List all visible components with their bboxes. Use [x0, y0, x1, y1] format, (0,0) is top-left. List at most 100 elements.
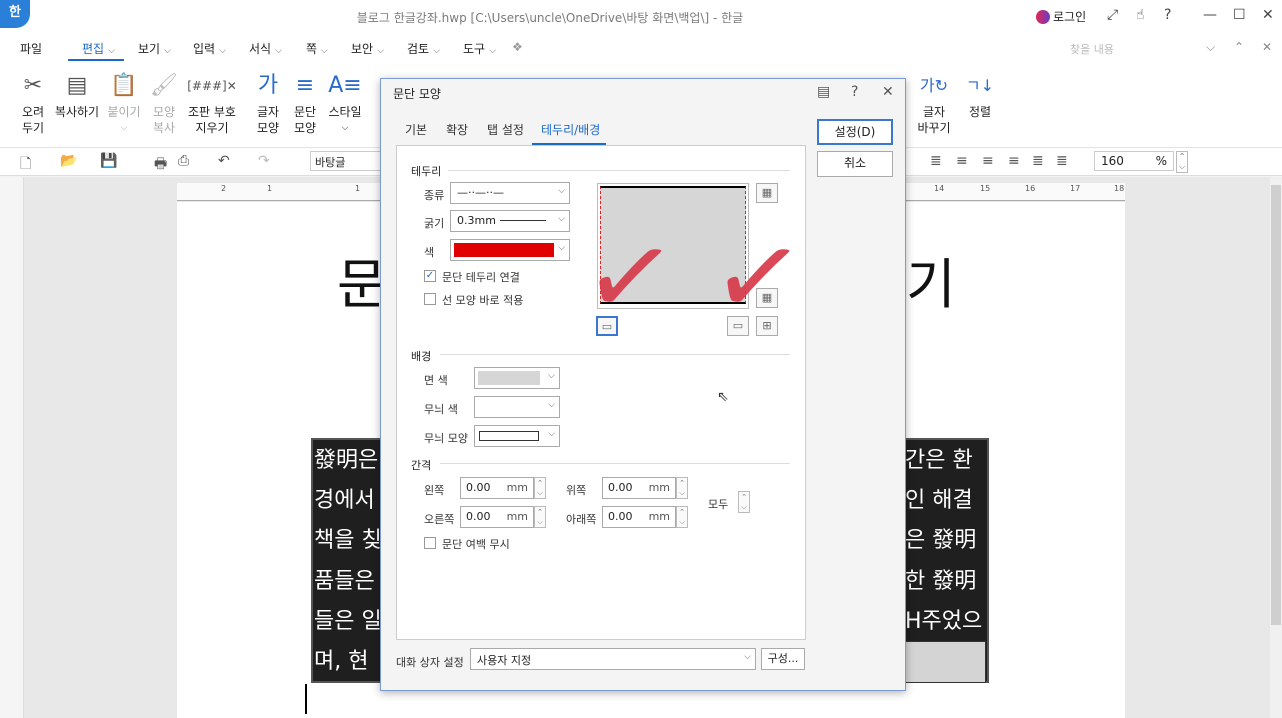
chevron-down-icon: ⌵ [489, 46, 496, 56]
ok-button[interactable]: 설정(D) [817, 119, 893, 145]
border-top-button[interactable]: ▦ [756, 183, 778, 203]
clear-codes-button[interactable]: [###]✕ 조판 부호 지우기 [186, 66, 238, 136]
format-painter-button[interactable]: 🖌 모양 복사 [146, 66, 182, 136]
pattern-shape-select[interactable]: ⌵ [474, 425, 560, 447]
section-divider [440, 463, 790, 464]
menu-view-label: 보기 [138, 42, 161, 56]
dialog-info-icon[interactable]: ▤ [817, 84, 830, 100]
zoom-select[interactable]: 160% [1094, 151, 1174, 171]
undo-icon[interactable]: ↶ [218, 153, 230, 169]
border-color-select[interactable]: ⌵ [450, 239, 570, 261]
right-spacing-input[interactable]: 0.00 mm [460, 506, 534, 528]
minimize-icon[interactable]: — [1203, 7, 1217, 23]
align-right-icon[interactable]: ≡ [1008, 153, 1020, 169]
tab-border-background[interactable]: 테두리/배경 [541, 121, 600, 138]
face-color-select[interactable]: ⌵ [474, 367, 560, 389]
dialog-close-icon[interactable]: ✕ [882, 84, 894, 100]
login-button[interactable]: 로그인 [1036, 8, 1086, 25]
para-shape-button[interactable]: ≡ 문단 모양 [290, 66, 320, 136]
spin-arrows-icon[interactable]: ⌃ ⌵ [676, 477, 688, 499]
spin-arrows-icon[interactable]: ⌃ ⌵ [676, 506, 688, 528]
menu-tools[interactable]: 도구 ⌵ [463, 40, 496, 57]
border-type-select[interactable]: —··—··— ⌵ [450, 182, 570, 204]
apply-line-checkbox[interactable] [424, 293, 436, 305]
face-color-label: 면 색 [424, 374, 448, 387]
right-spacing-value: 0.00 [466, 510, 491, 523]
menu-edit[interactable]: 편집 ⌵ [82, 40, 115, 57]
search-dropdown-icon[interactable]: ⌵ [1206, 40, 1215, 55]
tab-tab-settings[interactable]: 탭 설정 [487, 121, 524, 138]
align-justify-icon[interactable]: ≣ [930, 153, 942, 169]
cut-button[interactable]: ✂ 오려 두기 [16, 66, 50, 136]
red-check-mark-icon: ✓ [703, 207, 813, 347]
menu-insert[interactable]: 입력 ⌵ [193, 40, 226, 57]
zoom-spinner[interactable]: ⌃ ⌵ [1176, 151, 1188, 173]
chevron-down-icon: ⌵ [219, 46, 226, 56]
border-color-swatch [454, 243, 554, 257]
char-shape-button[interactable]: 가 글자 모양 [253, 66, 283, 136]
copy-icon: ▤ [66, 73, 88, 98]
close-document-icon[interactable]: ✕ [1262, 40, 1272, 54]
connect-border-checkbox[interactable]: ✓ [424, 270, 436, 282]
style-select[interactable]: 바탕글 [310, 151, 390, 171]
dialog-help-icon[interactable]: ? [851, 84, 858, 100]
bottom-spacing-input[interactable]: 0.00 mm [602, 506, 676, 528]
maximize-icon[interactable]: ☐ [1233, 7, 1246, 23]
zoom-value: 160 [1101, 154, 1124, 168]
style-button[interactable]: A≡ 스타일 ⌵ [326, 66, 364, 136]
pattern-color-select[interactable]: ⌵ [474, 396, 560, 418]
addon-icon[interactable]: ❖ [512, 40, 523, 54]
ignore-margin-label: 문단 여백 무시 [442, 538, 510, 551]
spin-arrows-icon[interactable]: ⌃ ⌵ [738, 491, 750, 513]
menu-page[interactable]: 쪽 ⌵ [306, 40, 328, 57]
top-spacing-input[interactable]: 0.00 mm [602, 477, 676, 499]
menu-security[interactable]: 보안 ⌵ [351, 40, 384, 57]
close-icon[interactable]: ✕ [1262, 7, 1274, 23]
paste-button[interactable]: 📋 붙이기 ⌵ [106, 66, 142, 136]
menu-view[interactable]: 보기 ⌵ [138, 40, 171, 57]
preset-select[interactable]: 사용자 지정 ⌵ [470, 648, 756, 670]
spin-arrows-icon[interactable]: ⌃ ⌵ [534, 477, 546, 499]
cut-label-2: 두기 [21, 121, 45, 135]
border-width-select[interactable]: 0.3mm ⌵ [450, 210, 570, 232]
align-center-icon[interactable]: ≡ [982, 153, 994, 169]
preset-label: 대화 상자 설정 [396, 656, 464, 669]
all-spacing-label: 모두 [708, 498, 729, 511]
print-icon[interactable]: 🖶 [154, 153, 167, 177]
print-preview-icon[interactable]: ⎙ [178, 153, 189, 169]
copy-button[interactable]: ▤ 복사하기 [52, 66, 102, 120]
paragraph-line: 경에서 [314, 488, 375, 513]
left-spacing-input[interactable]: 0.00 mm [460, 477, 534, 499]
tab-basic[interactable]: 기본 [405, 121, 427, 138]
menu-file[interactable]: 파일 [20, 40, 42, 57]
config-button[interactable]: 구성... [761, 648, 805, 670]
menu-format[interactable]: 서식 ⌵ [249, 40, 282, 57]
section-divider [440, 354, 790, 355]
ruler-number: 15 [980, 184, 991, 193]
border-color-label: 색 [424, 246, 435, 259]
open-folder-icon[interactable]: 📂 [60, 153, 77, 169]
new-document-icon[interactable]: 🗋 [20, 153, 31, 177]
ignore-margin-checkbox[interactable] [424, 537, 436, 549]
paragraph-line: 들은 일 [314, 609, 382, 634]
mouse-cursor-icon: ⇖ [717, 389, 729, 405]
ribbon-collapse-icon[interactable]: ⌃ [1234, 40, 1244, 54]
help-icon[interactable]: ? [1164, 7, 1171, 23]
right-spacing-label: 오른쪽 [424, 513, 455, 526]
search-input[interactable]: 찾을 내용 [1064, 37, 1219, 59]
redo-icon[interactable]: ↷ [258, 153, 270, 169]
align-distribute-icon[interactable]: ≣ [1032, 153, 1044, 169]
scrollbar-thumb[interactable] [1271, 185, 1281, 625]
spin-arrows-icon[interactable]: ⌃ ⌵ [534, 506, 546, 528]
left-spacing-label: 왼쪽 [424, 484, 445, 497]
align-left-icon[interactable]: ≡ [956, 153, 968, 169]
char-replace-button[interactable]: 가↻ 글자 바꾸기 [912, 66, 956, 136]
fullscreen-icon[interactable]: ⤢ [1107, 7, 1118, 23]
touch-icon[interactable]: ☝ [1136, 7, 1145, 23]
menu-review[interactable]: 검토 ⌵ [407, 40, 440, 57]
cancel-button[interactable]: 취소 [817, 151, 893, 177]
tab-extended[interactable]: 확장 [446, 121, 468, 138]
align-split-icon[interactable]: ≣ [1056, 153, 1068, 169]
sort-button[interactable]: ㄱ↓ 정렬 [965, 66, 995, 120]
save-icon[interactable]: 💾 [100, 153, 117, 169]
